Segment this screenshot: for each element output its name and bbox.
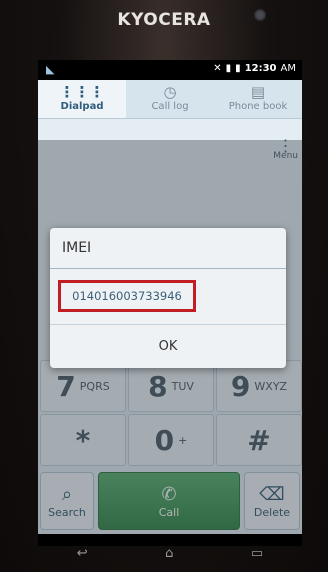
imei-value: 014016003733946	[58, 280, 196, 312]
status-right: ✕ ▮ ▮ 12:30 AM	[213, 63, 296, 74]
battery-icon: ▮	[235, 63, 241, 74]
back-icon[interactable]: ↩	[77, 546, 88, 568]
dialpad-icon: ⋮⋮⋮	[59, 83, 105, 101]
wifi-icon: ◣	[46, 63, 55, 76]
system-nav-strip	[38, 534, 302, 546]
phone-book-icon: ▤	[250, 83, 266, 101]
dialog-title: IMEI	[50, 228, 286, 269]
tab-phone-book[interactable]: ▤ Phone book	[214, 80, 302, 118]
brand-logo: KYOCERA	[117, 10, 211, 30]
call-log-icon: ◷	[163, 83, 177, 101]
recent-apps-icon[interactable]: ▭	[251, 546, 263, 568]
home-icon[interactable]: ⌂	[165, 546, 173, 568]
tab-dialpad[interactable]: ⋮⋮⋮ Dialpad	[38, 80, 126, 118]
status-bar: ◣ ✕ ▮ ▮ 12:30 AM	[38, 60, 302, 80]
status-time: 12:30	[244, 63, 277, 74]
ok-button[interactable]: OK	[50, 325, 286, 368]
front-camera	[254, 9, 266, 21]
tab-call-log[interactable]: ◷ Call log	[126, 80, 214, 118]
status-ampm: AM	[280, 63, 296, 74]
mute-icon: ✕	[213, 63, 222, 74]
imei-dialog: IMEI 014016003733946 OK	[50, 228, 286, 368]
tab-phone-book-label: Phone book	[228, 101, 288, 112]
hardware-nav-buttons: ↩ ⌂ ▭	[38, 546, 302, 568]
tab-bar: ⋮⋮⋮ Dialpad ◷ Call log ▤ Phone book	[38, 80, 302, 119]
tab-dialpad-label: Dialpad	[60, 101, 104, 112]
signal-icon: ▮	[225, 63, 232, 74]
tab-call-log-label: Call log	[151, 101, 189, 112]
phone-screen: ◣ ✕ ▮ ▮ 12:30 AM ⋮⋮⋮ Dialpad ◷ Call log …	[38, 60, 302, 546]
